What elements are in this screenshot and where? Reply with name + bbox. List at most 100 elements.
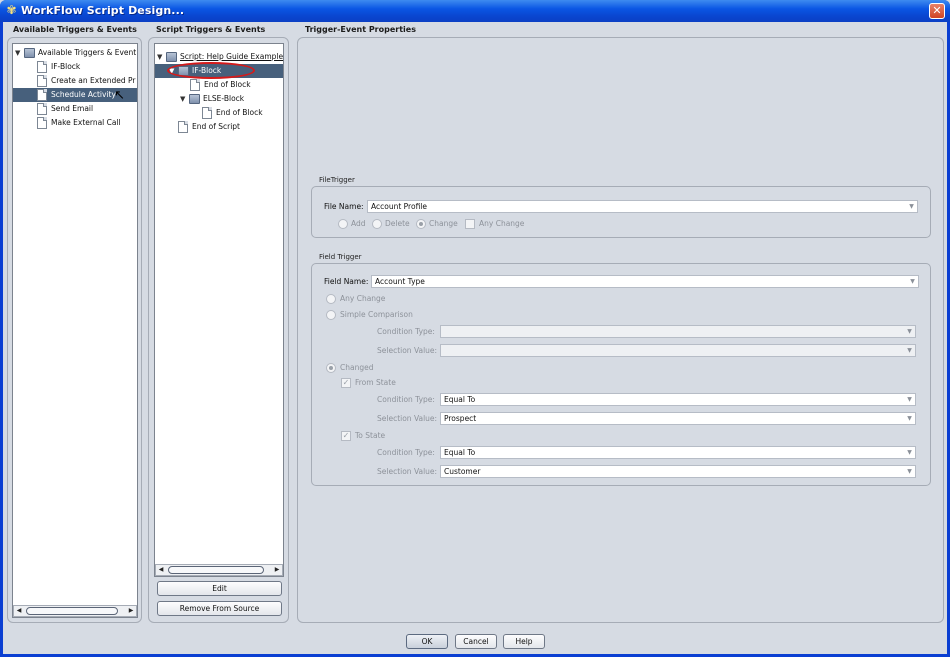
to-condition-type-label: Condition Type: <box>377 448 435 457</box>
chevron-down-icon[interactable]: ▼ <box>906 201 917 212</box>
delete-label: Delete <box>385 219 410 228</box>
tree-else-block[interactable]: ▼ ELSE-Block <box>155 92 283 106</box>
item-label: IF-Block <box>51 62 81 71</box>
scroll-thumb[interactable] <box>26 607 118 615</box>
add-radio[interactable] <box>338 219 348 229</box>
to-selection-value: Customer <box>444 467 481 476</box>
any-change-radio[interactable] <box>326 294 336 304</box>
title-bar[interactable]: ✾ WorkFlow Script Design... ✕ <box>0 0 950 22</box>
file-trigger-group: File Name: Account Profile ▼ Add Delete … <box>311 186 931 238</box>
to-state-label: To State <box>355 431 386 440</box>
document-icon <box>190 79 200 91</box>
list-item[interactable]: IF-Block <box>13 60 137 74</box>
ok-button[interactable]: OK <box>406 634 448 649</box>
chevron-down-icon[interactable]: ▼ <box>907 276 918 287</box>
highlight-oval <box>167 62 255 79</box>
simple-comparison-radio[interactable] <box>326 310 336 320</box>
delete-radio[interactable] <box>372 219 382 229</box>
condition-type-label: Condition Type: <box>377 327 435 336</box>
list-item[interactable]: Create an Extended Pr <box>13 74 137 88</box>
script-tree[interactable]: ▼ Script: Help Guide Example ▼ IF-Block … <box>154 43 284 577</box>
list-item-selected[interactable]: Schedule Activity ↖ <box>13 88 137 103</box>
cursor-arrow-icon: ↖ <box>114 88 125 103</box>
chevron-down-icon[interactable]: ▼ <box>904 466 915 477</box>
available-panel: ▼ Available Triggers & Event IF-Block Cr… <box>7 37 142 623</box>
file-name-value: Account Profile <box>371 202 427 211</box>
workflow-window: ✾ WorkFlow Script Design... ✕ Available … <box>0 0 950 657</box>
tree-else-end[interactable]: End of Block <box>155 106 283 120</box>
changed-radio[interactable] <box>326 363 336 373</box>
simple-comparison-label: Simple Comparison <box>340 310 413 319</box>
chevron-down-icon[interactable]: ▼ <box>904 345 915 356</box>
item-label: Make External Call <box>51 118 121 127</box>
scroll-right-icon[interactable]: ▶ <box>272 565 282 575</box>
item-label: Create an Extended Pr <box>51 76 136 85</box>
from-state-checkbox[interactable]: ✓ <box>341 378 351 388</box>
window-title: WorkFlow Script Design... <box>21 4 185 17</box>
close-icon[interactable]: ✕ <box>929 3 945 19</box>
edit-button[interactable]: Edit <box>157 581 282 596</box>
change-radio[interactable] <box>416 219 426 229</box>
available-header: Available Triggers & Events <box>13 25 137 34</box>
scroll-left-icon[interactable]: ◀ <box>156 565 166 575</box>
from-condition-value: Equal To <box>444 395 476 404</box>
from-condition-select[interactable]: Equal To ▼ <box>440 393 916 406</box>
chevron-down-icon[interactable]: ▼ <box>904 447 915 458</box>
expand-icon[interactable]: ▼ <box>157 50 165 64</box>
expand-icon[interactable]: ▼ <box>15 46 23 60</box>
simple-condition-select[interactable]: ▼ <box>440 325 916 338</box>
to-selection-value-label: Selection Value: <box>377 467 438 476</box>
changed-label: Changed <box>340 363 374 372</box>
any-change-checkbox[interactable] <box>465 219 475 229</box>
chevron-down-icon[interactable]: ▼ <box>904 394 915 405</box>
folder-icon <box>189 94 200 104</box>
field-trigger-legend: Field Trigger <box>319 253 362 261</box>
remove-from-source-button[interactable]: Remove From Source <box>157 601 282 616</box>
tree-root[interactable]: ▼ Available Triggers & Event <box>13 46 137 60</box>
properties-panel: FileTrigger File Name: Account Profile ▼… <box>297 37 944 623</box>
horizontal-scrollbar[interactable]: ◀ ▶ <box>155 564 283 576</box>
tree-end-script[interactable]: End of Script <box>155 120 283 134</box>
horizontal-scrollbar[interactable]: ◀ ▶ <box>13 605 137 617</box>
document-icon <box>37 103 47 115</box>
else-end-label: End of Block <box>216 108 263 117</box>
document-icon <box>178 121 188 133</box>
expand-icon[interactable]: ▼ <box>180 92 188 106</box>
file-trigger-legend: FileTrigger <box>319 176 355 184</box>
field-trigger-group: Field Name: Account Type ▼ Any Change Si… <box>311 263 931 486</box>
item-label: Schedule Activity <box>51 90 116 99</box>
client-area: Available Triggers & Events ▼ Available … <box>3 22 947 654</box>
chevron-down-icon[interactable]: ▼ <box>904 326 915 337</box>
to-condition-select[interactable]: Equal To ▼ <box>440 446 916 459</box>
list-item[interactable]: Send Email <box>13 102 137 116</box>
script-panel: ▼ Script: Help Guide Example ▼ IF-Block … <box>148 37 289 623</box>
to-selection-select[interactable]: Customer ▼ <box>440 465 916 478</box>
change-label: Change <box>429 219 458 228</box>
chevron-down-icon[interactable]: ▼ <box>904 413 915 424</box>
from-selection-value: Prospect <box>444 414 477 423</box>
tree-if-end[interactable]: End of Block <box>155 78 283 92</box>
simple-selection-select[interactable]: ▼ <box>440 344 916 357</box>
to-state-checkbox[interactable]: ✓ <box>341 431 351 441</box>
scroll-left-icon[interactable]: ◀ <box>14 606 24 616</box>
document-icon <box>202 107 212 119</box>
help-button[interactable]: Help <box>503 634 545 649</box>
if-end-label: End of Block <box>204 80 251 89</box>
any-change-label: Any Change <box>340 294 386 303</box>
from-selection-select[interactable]: Prospect ▼ <box>440 412 916 425</box>
file-name-select[interactable]: Account Profile ▼ <box>367 200 918 213</box>
cancel-button[interactable]: Cancel <box>455 634 497 649</box>
any-change-label: Any Change <box>479 219 525 228</box>
scroll-right-icon[interactable]: ▶ <box>126 606 136 616</box>
field-name-select[interactable]: Account Type ▼ <box>371 275 919 288</box>
scroll-thumb[interactable] <box>168 566 264 574</box>
file-name-label: File Name: <box>324 202 364 211</box>
field-name-label: Field Name: <box>324 277 369 286</box>
item-label: Send Email <box>51 104 94 113</box>
available-tree[interactable]: ▼ Available Triggers & Event IF-Block Cr… <box>12 43 138 618</box>
list-item[interactable]: Make External Call <box>13 116 137 130</box>
selection-value-label: Selection Value: <box>377 346 438 355</box>
end-script-label: End of Script <box>192 122 241 131</box>
properties-header: Trigger-Event Properties <box>305 25 416 34</box>
document-icon <box>37 61 47 73</box>
